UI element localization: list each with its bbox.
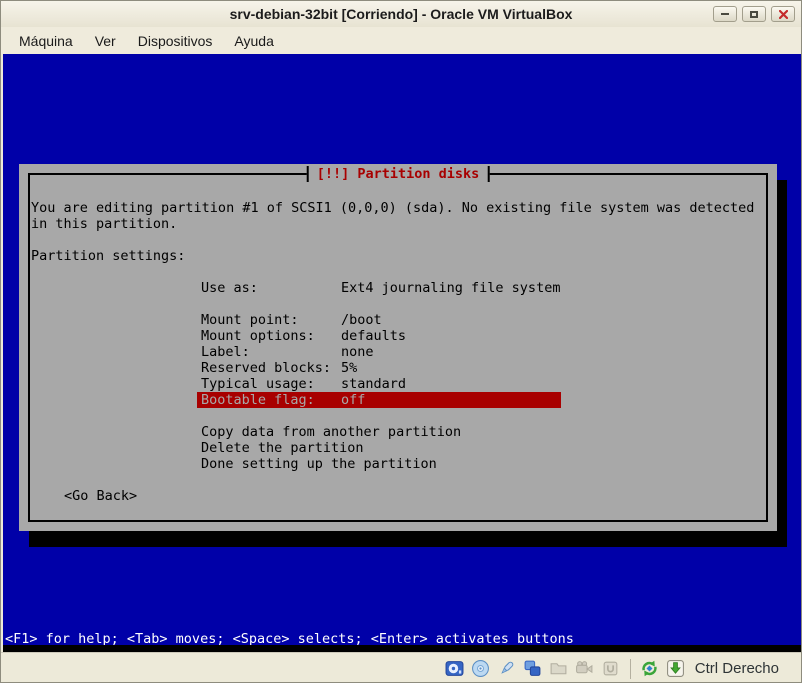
setting-row-mount-point[interactable]: Mount point:/boot: [197, 312, 561, 328]
dialog-title: [!!] Partition disks: [307, 166, 490, 182]
setting-value: 5%: [341, 360, 357, 376]
optical-disk-icon[interactable]: [471, 659, 491, 679]
close-button[interactable]: [771, 6, 795, 22]
menu-item-ver[interactable]: Ver: [87, 30, 124, 52]
section-label: Partition settings:: [31, 248, 765, 264]
window-title: srv-debian-32bit [Corriendo] - Oracle VM…: [230, 6, 573, 22]
partition-dialog: [!!] Partition disks You are editing par…: [19, 164, 777, 531]
maximize-button[interactable]: [742, 6, 766, 22]
go-back-button[interactable]: <Go Back>: [64, 488, 137, 504]
shared-folder-icon: [549, 659, 569, 679]
setting-label: Mount options:: [201, 328, 341, 344]
usb-chip-icon: [601, 659, 621, 679]
dialog-text-line2: in this partition.: [31, 216, 765, 232]
setting-label: Reserved blocks:: [201, 360, 341, 376]
setting-label: Bootable flag:: [201, 392, 341, 408]
setting-row-label[interactable]: Label:none: [197, 344, 561, 360]
minimize-icon: [721, 13, 729, 15]
setting-label: Use as:: [201, 280, 341, 296]
dialog-content: You are editing partition #1 of SCSI1 (0…: [31, 200, 765, 504]
setting-value: /boot: [341, 312, 382, 328]
menu-item-dispositivos[interactable]: Dispositivos: [130, 30, 221, 52]
menu-item-maquina[interactable]: Máquina: [11, 30, 81, 52]
video-capture-icon: [575, 659, 595, 679]
action-copy-data[interactable]: Copy data from another partition: [201, 424, 765, 440]
status-bar: Ctrl Derecho: [1, 652, 801, 683]
setting-row-bootable-flag[interactable]: Bootable flag:off: [197, 392, 561, 408]
console-black-strip: [3, 645, 801, 652]
spacer: [31, 296, 765, 312]
menu-bar: Máquina Ver Dispositivos Ayuda: [1, 27, 801, 54]
setting-value: none: [341, 344, 374, 360]
action-done-setting-up[interactable]: Done setting up the partition: [201, 456, 765, 472]
network-icon[interactable]: [523, 659, 543, 679]
close-icon: [779, 10, 788, 19]
setting-value: off: [341, 392, 365, 408]
hard-disk-icon[interactable]: [445, 659, 465, 679]
spacer: [31, 408, 765, 424]
setting-row-use-as[interactable]: Use as:Ext4 journaling file system: [197, 280, 561, 296]
setting-value: Ext4 journaling file system: [341, 280, 560, 296]
action-delete-partition[interactable]: Delete the partition: [201, 440, 765, 456]
spacer: [31, 232, 765, 248]
setting-value: standard: [341, 376, 406, 392]
setting-label: Typical usage:: [201, 376, 341, 392]
setting-label: Mount point:: [201, 312, 341, 328]
setting-row-reserved-blocks[interactable]: Reserved blocks:5%: [197, 360, 561, 376]
setting-value: defaults: [341, 328, 406, 344]
vm-display[interactable]: [!!] Partition disks You are editing par…: [3, 54, 801, 652]
spacer: [31, 264, 765, 280]
mouse-integration-icon[interactable]: [640, 659, 660, 679]
spacer: [31, 472, 765, 488]
virtualbox-window: srv-debian-32bit [Corriendo] - Oracle VM…: [0, 0, 802, 683]
go-back-line: <Go Back>: [64, 488, 765, 504]
setting-label: Label:: [201, 344, 341, 360]
statusbar-separator: [630, 659, 631, 679]
menu-item-ayuda[interactable]: Ayuda: [226, 30, 281, 52]
setting-row-typical-usage[interactable]: Typical usage:standard: [197, 376, 561, 392]
maximize-icon: [750, 11, 758, 18]
keyboard-capture-icon[interactable]: [666, 659, 686, 679]
usb-device-icon[interactable]: [497, 659, 517, 679]
dialog-text-line1: You are editing partition #1 of SCSI1 (0…: [31, 200, 765, 216]
window-controls: [713, 6, 795, 22]
minimize-button[interactable]: [713, 6, 737, 22]
title-bar: srv-debian-32bit [Corriendo] - Oracle VM…: [1, 1, 801, 27]
host-key-label: Ctrl Derecho: [695, 660, 779, 677]
setting-row-mount-options[interactable]: Mount options:defaults: [197, 328, 561, 344]
